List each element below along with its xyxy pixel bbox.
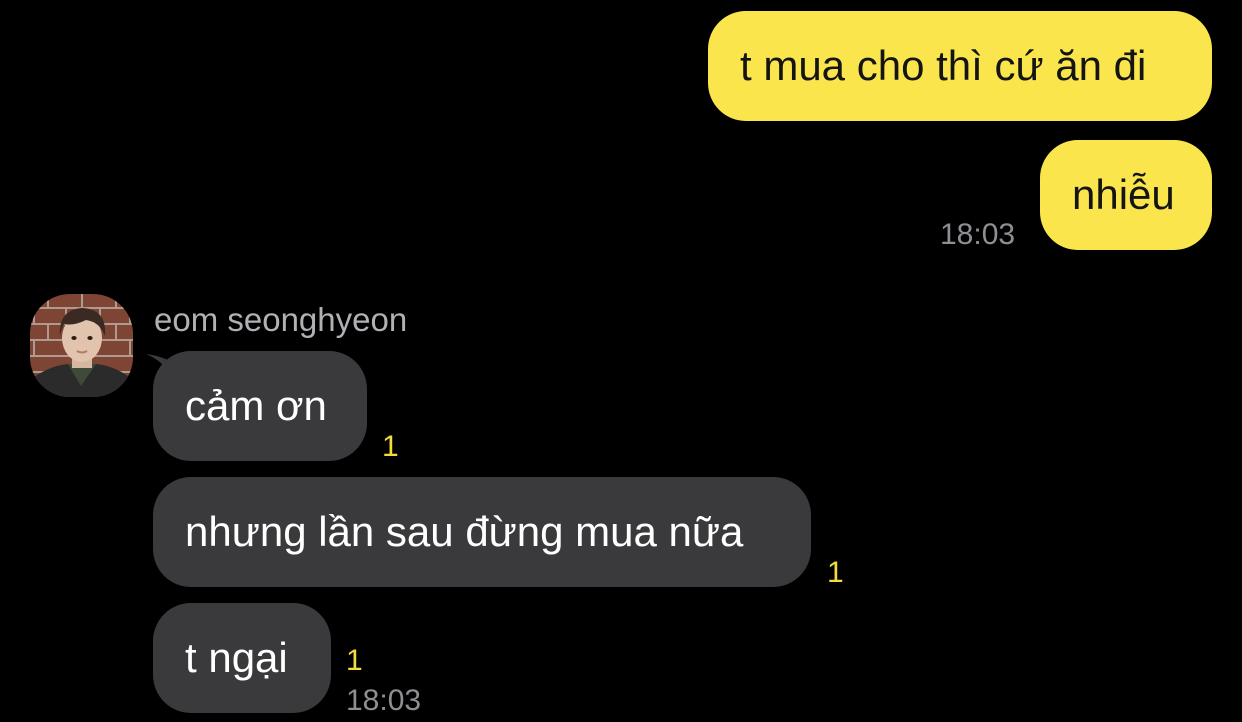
outgoing-message-bubble[interactable]: t mua cho thì cứ ăn đi <box>708 11 1212 121</box>
incoming-message-timestamp: 18:03 <box>346 684 422 717</box>
outgoing-message-bubble[interactable]: nhiễu <box>1040 140 1212 250</box>
sender-name: eom seonghyeon <box>154 301 408 338</box>
incoming-message-bubble[interactable]: t ngại <box>153 603 331 713</box>
incoming-message-bubble[interactable]: cảm ơn <box>153 351 367 461</box>
profile-photo-icon <box>30 294 133 397</box>
outgoing-message-timestamp: 18:03 <box>940 218 1016 251</box>
sender-avatar[interactable] <box>30 294 133 397</box>
unread-count: 1 <box>382 430 399 463</box>
incoming-message-bubble[interactable]: nhưng lần sau đừng mua nữa <box>153 477 811 587</box>
unread-count: 1 <box>346 644 363 677</box>
unread-count: 1 <box>827 556 844 589</box>
